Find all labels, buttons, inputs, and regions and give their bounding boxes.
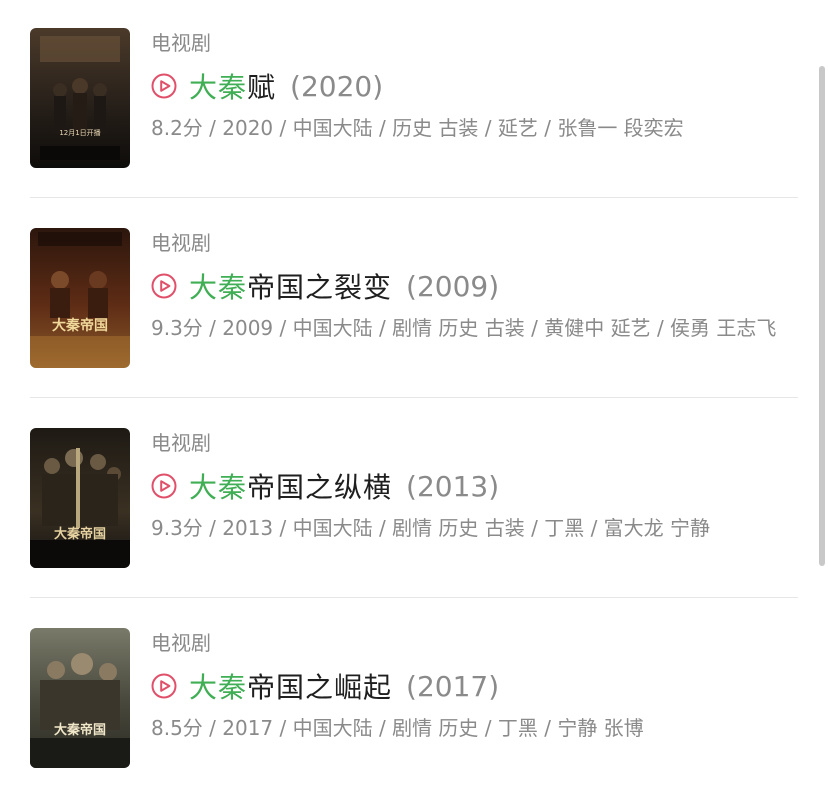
result-item[interactable]: 大秦帝国 电视剧 大秦 帝国之崛起 (2017) 8.5分 / 2017 / 中…: [0, 600, 828, 789]
play-circle-icon[interactable]: [151, 273, 177, 299]
title-highlight: 大秦: [189, 471, 248, 504]
meta-info: 8.2分 / 2020 / 中国大陆 / 历史 古装 / 延艺 / 张鲁一 段奕…: [151, 116, 684, 140]
category-label: 电视剧: [151, 431, 211, 455]
result-item[interactable]: 大秦帝国 电视剧 大秦 帝国之裂变 (2009) 9.3分 / 2009 / 中…: [0, 200, 828, 400]
poster-caption: 大秦帝国: [54, 526, 106, 542]
poster-image[interactable]: 12月1日开播: [30, 28, 130, 168]
poster-caption: 大秦帝国: [52, 317, 108, 334]
poster-artwork: 大秦帝国: [30, 228, 130, 368]
divider: [30, 197, 798, 198]
title-year: (2020): [290, 69, 384, 103]
title-text: 帝国之崛起: [247, 671, 393, 704]
title-year: (2013): [406, 469, 500, 503]
scrollbar[interactable]: [819, 66, 825, 566]
meta-info: 9.3分 / 2009 / 中国大陆 / 剧情 历史 古装 / 黄健中 延艺 /…: [151, 316, 777, 340]
play-circle-icon[interactable]: [151, 73, 177, 99]
category-label: 电视剧: [151, 231, 211, 255]
play-circle-icon[interactable]: [151, 473, 177, 499]
result-title[interactable]: 大秦 帝国之崛起 (2017): [151, 666, 499, 706]
divider: [30, 397, 798, 398]
poster-caption: 大秦帝国: [54, 722, 106, 738]
title-text: 帝国之纵横: [247, 471, 393, 504]
poster-artwork: 12月1日开播: [30, 28, 130, 168]
divider: [30, 597, 798, 598]
result-title[interactable]: 大秦 帝国之裂变 (2009): [151, 266, 499, 306]
result-item[interactable]: 12月1日开播 电视剧 大秦 赋 (2020) 8.2分 / 2020 / 中国…: [0, 0, 828, 200]
title-year: (2009): [406, 269, 500, 303]
title-text: 帝国之裂变: [247, 271, 393, 304]
result-title[interactable]: 大秦 帝国之纵横 (2013): [151, 466, 499, 506]
play-circle-icon[interactable]: [151, 673, 177, 699]
poster-image[interactable]: 大秦帝国: [30, 628, 130, 768]
poster-caption: 12月1日开播: [59, 128, 100, 137]
title-highlight: 大秦: [189, 271, 248, 304]
title-year: (2017): [406, 669, 500, 703]
result-title[interactable]: 大秦 赋 (2020): [151, 66, 383, 106]
poster-artwork: 大秦帝国: [30, 628, 130, 768]
poster-image[interactable]: 大秦帝国: [30, 428, 130, 568]
category-label: 电视剧: [151, 631, 211, 655]
poster-image[interactable]: 大秦帝国: [30, 228, 130, 368]
category-label: 电视剧: [151, 31, 211, 55]
result-item[interactable]: 大秦帝国 电视剧 大秦 帝国之纵横 (2013) 9.3分 / 2013 / 中…: [0, 400, 828, 600]
poster-artwork: 大秦帝国: [30, 428, 130, 568]
meta-info: 8.5分 / 2017 / 中国大陆 / 剧情 历史 / 丁黑 / 宁静 张博: [151, 716, 644, 740]
title-highlight: 大秦: [189, 671, 248, 704]
title-highlight: 大秦: [189, 71, 248, 104]
search-results-list: 12月1日开播 电视剧 大秦 赋 (2020) 8.2分 / 2020 / 中国…: [0, 0, 828, 789]
meta-info: 9.3分 / 2013 / 中国大陆 / 剧情 历史 古装 / 丁黑 / 富大龙…: [151, 516, 711, 540]
title-text: 赋: [247, 71, 277, 104]
